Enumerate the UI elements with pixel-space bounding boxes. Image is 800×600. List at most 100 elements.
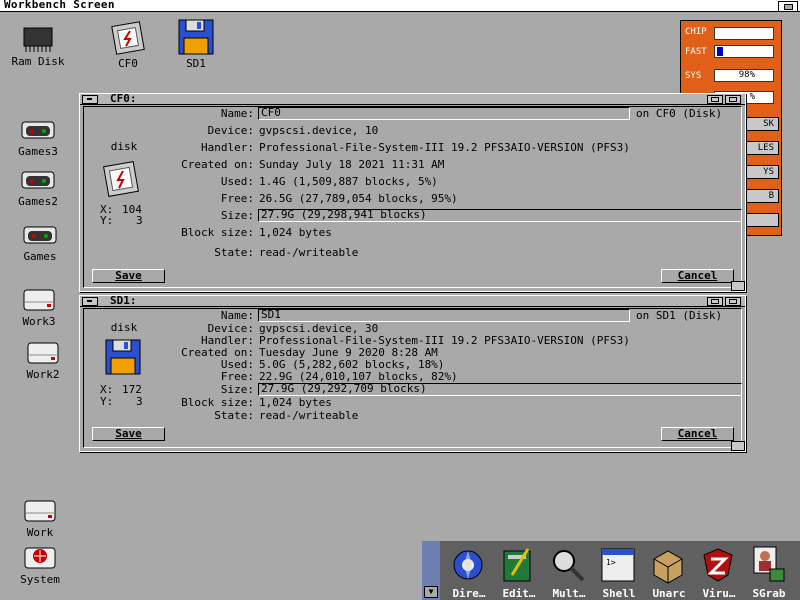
- desktop-icon-games3[interactable]: Games3: [8, 116, 68, 158]
- depth-gadget[interactable]: [725, 297, 741, 306]
- hard-drive-icon: [24, 500, 56, 522]
- dock-arrow-icon[interactable]: ▼: [424, 586, 438, 598]
- cpu-value: %: [749, 92, 755, 102]
- block-size-label: Block size:: [181, 226, 254, 239]
- size-field: 27.9G (29,298,941 blocks): [258, 209, 742, 222]
- directory-opus-icon: [453, 550, 483, 580]
- name-input[interactable]: SD1: [258, 309, 630, 322]
- y-value: 3: [136, 395, 143, 408]
- desktop-icon-label: SD1: [186, 57, 206, 70]
- size-label: Size:: [220, 383, 254, 396]
- screen-depth-gadget[interactable]: [778, 1, 798, 12]
- device-value: gvpscsi.device, 10: [259, 124, 379, 137]
- desktop-icon-label: Games: [23, 250, 57, 263]
- dock-item-label: Shell: [602, 587, 636, 600]
- desktop-icon-system[interactable]: System: [10, 542, 70, 586]
- dock-item-label: Viru…: [702, 587, 736, 600]
- cancel-button[interactable]: Cancel: [661, 269, 734, 283]
- dock-item-label: Edit…: [502, 587, 536, 600]
- sys-label: SYS: [685, 71, 702, 81]
- dock-item-unarc[interactable]: Unarc: [644, 545, 692, 600]
- created-value: Sunday July 18 2021 11:31 AM: [259, 158, 445, 171]
- y-label: Y:: [100, 395, 114, 408]
- depth-gadget[interactable]: [725, 95, 741, 104]
- size-gadget[interactable]: [731, 281, 745, 291]
- save-button[interactable]: Save: [92, 269, 165, 283]
- desktop-icon-label: System: [20, 573, 60, 586]
- dock-item-label: SGrab: [752, 587, 786, 600]
- gamepad-drive-icon: [21, 171, 55, 189]
- desktop-icon-cf0[interactable]: CF0: [98, 20, 158, 70]
- close-gadget[interactable]: [82, 297, 98, 306]
- disk-label: disk: [110, 140, 138, 153]
- handler-label: Handler:: [201, 141, 254, 154]
- free-value: 26.5G (27,789,054 blocks, 95%): [259, 192, 458, 205]
- chip-label: CHIP: [685, 27, 707, 37]
- name-input[interactable]: CF0: [258, 107, 630, 120]
- window-title-bar[interactable]: SD1:: [80, 294, 745, 307]
- desktop-icon-ram-disk[interactable]: Ram Disk: [8, 22, 68, 68]
- dock-item-virus-checker[interactable]: Viru…: [694, 545, 742, 600]
- zoom-gadget[interactable]: [707, 297, 723, 306]
- hard-drive-icon: [23, 289, 55, 311]
- shell-icon: 1>: [601, 548, 635, 582]
- dock-item-label: Mult…: [552, 587, 586, 600]
- multiview-icon: [553, 550, 585, 582]
- state-label: State:: [214, 409, 254, 422]
- gamepad-drive-icon: [21, 121, 55, 139]
- monitor-button-4[interactable]: B: [741, 189, 779, 203]
- dock-item-screengrab[interactable]: SGrab: [744, 545, 792, 600]
- desktop-icon-games[interactable]: Games: [10, 221, 70, 263]
- close-gadget[interactable]: [82, 95, 98, 104]
- desktop-icon-sd1[interactable]: SD1: [166, 18, 226, 70]
- system-drive-icon: [24, 547, 56, 569]
- desktop-icon-work3[interactable]: Work3: [9, 286, 69, 328]
- monitor-button-5[interactable]: [741, 213, 779, 227]
- window-title-bar[interactable]: CF0:: [80, 92, 745, 105]
- dock-item-multiview[interactable]: Mult…: [544, 545, 592, 600]
- save-button[interactable]: Save: [92, 427, 165, 441]
- cf-card-icon: [111, 21, 145, 55]
- name-label: Name:: [220, 309, 254, 322]
- monitor-button-1[interactable]: SK: [741, 117, 779, 131]
- gamepad-drive-icon: [23, 226, 57, 244]
- desktop-icon-label: Work3: [22, 315, 56, 328]
- created-label: Created on:: [181, 158, 254, 171]
- app-dock[interactable]: ▼ Dire… Edit… Mult… 1> Shell Unarc Viru……: [422, 541, 800, 600]
- y-label: Y:: [100, 214, 114, 227]
- cancel-button[interactable]: Cancel: [661, 427, 734, 441]
- svg-text:1>: 1>: [606, 558, 616, 567]
- monitor-button-3[interactable]: YS: [741, 165, 779, 179]
- fast-meter: [714, 45, 774, 58]
- info-window-sd1[interactable]: SD1: disk X: 172 Y: 3 Name: SD1 on SD1 (…: [79, 294, 746, 452]
- desktop-icon-label: Work2: [26, 368, 60, 381]
- free-label: Free:: [220, 192, 254, 205]
- floppy-disk-icon: [178, 19, 214, 55]
- state-value: read-/writeable: [259, 409, 359, 422]
- chip-meter: [714, 27, 774, 40]
- unarc-icon: [653, 550, 683, 584]
- dock-handle[interactable]: ▼: [422, 541, 440, 600]
- on-volume-text: on SD1 (Disk): [636, 309, 723, 322]
- zoom-gadget[interactable]: [707, 95, 723, 104]
- used-label: Used:: [220, 175, 254, 188]
- handler-value: Professional-File-System-III 19.2 PFS3AI…: [259, 141, 630, 154]
- desktop-icon-work2[interactable]: Work2: [13, 339, 73, 381]
- dock-item-directory-opus[interactable]: Dire…: [444, 545, 492, 600]
- monitor-button-2[interactable]: LES: [741, 141, 779, 155]
- block-size-value: 1,024 bytes: [259, 226, 332, 239]
- size-gadget[interactable]: [731, 441, 745, 451]
- desktop-icon-games2[interactable]: Games2: [8, 166, 68, 208]
- sys-value: 98%: [738, 70, 755, 80]
- dock-item-shell[interactable]: 1> Shell: [594, 545, 642, 600]
- screen-title-bar[interactable]: Workbench Screen: [0, 0, 800, 12]
- fast-label: FAST: [685, 47, 707, 57]
- desktop-icon-work[interactable]: Work: [10, 497, 70, 539]
- window-title: CF0:: [110, 92, 137, 105]
- dock-item-label: Dire…: [452, 587, 486, 600]
- info-window-cf0[interactable]: CF0: disk X: 104 Y: 3 Name: CF0 on CF0 (…: [79, 92, 746, 292]
- cf-card-icon: [103, 161, 139, 197]
- editor-icon: [503, 548, 531, 582]
- y-value: 3: [136, 214, 143, 227]
- dock-item-editor[interactable]: Edit…: [494, 545, 542, 600]
